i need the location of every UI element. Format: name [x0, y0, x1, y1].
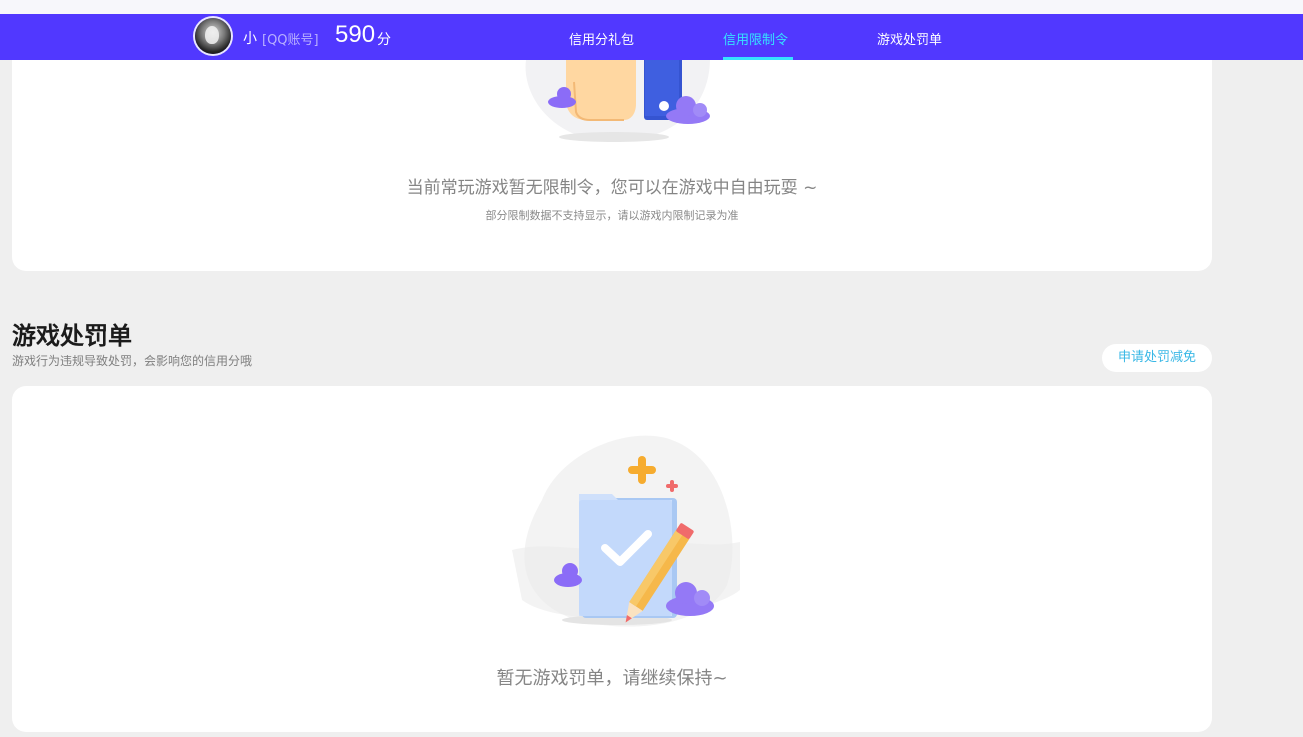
checklist-pencil-illustration — [512, 435, 740, 627]
punishment-card: 暂无游戏罚单，请继续保持~ — [12, 386, 1212, 732]
username: 小 — [243, 31, 257, 47]
tab-credit-gift[interactable]: 信用分礼包 — [569, 29, 634, 48]
account-type-label: [QQ账号] — [262, 33, 319, 48]
top-navbar: 小 [QQ账号] 590 分 信用分礼包 信用限制令 游戏处罚单 — [0, 14, 1303, 60]
browser-top-strip — [0, 0, 1303, 14]
punishment-empty-title: 暂无游戏罚单，请继续保持~ — [496, 668, 728, 689]
section-description: 游戏行为违规导致处罚，会影响您的信用分哦 — [12, 354, 253, 368]
tab-credit-restriction[interactable]: 信用限制令 — [723, 29, 788, 48]
restriction-empty-note: 部分限制数据不支持显示，请以游戏内限制记录为准 — [485, 209, 739, 222]
section-title-punishment: 游戏处罚单 — [12, 322, 132, 350]
credit-score: 590 — [335, 21, 376, 48]
avatar[interactable] — [195, 18, 231, 54]
active-tab-indicator — [723, 57, 793, 60]
restriction-empty-title: 当前常玩游戏暂无限制令，您可以在游戏中自由玩耍 ~ — [406, 178, 818, 198]
credit-score-unit: 分 — [377, 32, 391, 48]
apply-penalty-reduction-button[interactable]: 申请处罚减免 — [1102, 344, 1212, 372]
tab-game-punishment[interactable]: 游戏处罚单 — [877, 29, 942, 48]
